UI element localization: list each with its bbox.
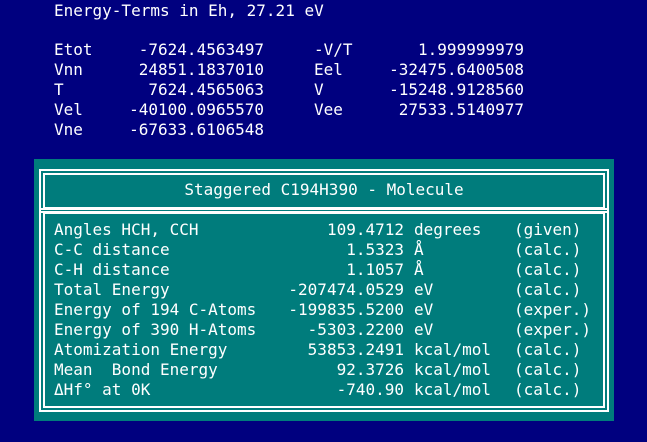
row-label: Energy of 390 H-Atoms xyxy=(54,320,257,339)
row-label: Atomization Energy xyxy=(54,340,228,359)
term-value: -40100.0965570 xyxy=(129,100,264,119)
row-value: -740.90 xyxy=(336,380,404,399)
row-unit: eV xyxy=(414,320,434,339)
row-value: 109.4712 xyxy=(326,220,404,239)
row-value: -199835.5200 xyxy=(288,300,404,319)
row-note: (calc.) xyxy=(514,240,582,259)
row-label: ΔHf° at 0K xyxy=(54,380,151,399)
row-label: Total Energy xyxy=(54,280,170,299)
term-value: -7624.4563497 xyxy=(138,40,264,59)
term-value: 7624.4565063 xyxy=(148,80,264,99)
row-label: Mean Bond Energy xyxy=(54,360,218,379)
term-label: Vee xyxy=(314,100,343,119)
row-unit: Å xyxy=(414,260,424,279)
term-label: Etot xyxy=(54,40,93,59)
row-note: (calc.) xyxy=(514,280,582,299)
row-note: (calc.) xyxy=(514,260,582,279)
term-value: 27533.5140977 xyxy=(398,100,524,119)
row-unit: kcal/mol xyxy=(414,380,492,399)
term-label: T xyxy=(54,80,64,99)
term-label: -V/T xyxy=(314,40,353,59)
row-value: 53853.2491 xyxy=(307,340,404,359)
term-value: 1.999999979 xyxy=(418,40,524,59)
row-value: -5303.2200 xyxy=(307,320,404,339)
row-unit: Å xyxy=(414,240,424,259)
row-unit: kcal/mol xyxy=(414,340,492,359)
row-note: (exper.) xyxy=(514,300,592,319)
row-label: Angles HCH, CCH xyxy=(54,220,199,239)
row-note: (calc.) xyxy=(514,380,582,399)
row-value: 1.1057 xyxy=(346,260,404,279)
term-label: V xyxy=(314,80,324,99)
row-value: 92.3726 xyxy=(336,360,404,379)
term-label: Eel xyxy=(314,60,343,79)
row-unit: kcal/mol xyxy=(414,360,492,379)
energy-terms-title: Energy-Terms in Eh, 27.21 eV xyxy=(54,1,324,20)
molecule-panel: Staggered C194H390 - Molecule Angles HCH… xyxy=(34,159,614,421)
row-note: (calc.) xyxy=(514,340,582,359)
row-note: (exper.) xyxy=(514,320,592,339)
term-label: Vne xyxy=(54,120,83,139)
term-label: Vel xyxy=(54,100,83,119)
row-label: C-H distance xyxy=(54,260,170,279)
row-value: 1.5323 xyxy=(346,240,404,259)
row-unit: eV xyxy=(414,300,434,319)
row-label: Energy of 194 C-Atoms xyxy=(54,300,257,319)
row-unit: eV xyxy=(414,280,434,299)
row-label: C-C distance xyxy=(54,240,170,259)
row-value: -207474.0529 xyxy=(288,280,404,299)
panel-title: Staggered C194H390 - Molecule xyxy=(184,180,464,199)
row-note: (given) xyxy=(514,220,582,239)
term-label: Vnn xyxy=(54,60,83,79)
term-value: -32475.6400508 xyxy=(389,60,524,79)
term-value: -15248.9128560 xyxy=(389,80,524,99)
row-note: (calc.) xyxy=(514,360,582,379)
row-unit: degrees xyxy=(414,220,482,239)
term-value: -67633.6106548 xyxy=(129,120,264,139)
term-value: 24851.1837010 xyxy=(138,60,264,79)
